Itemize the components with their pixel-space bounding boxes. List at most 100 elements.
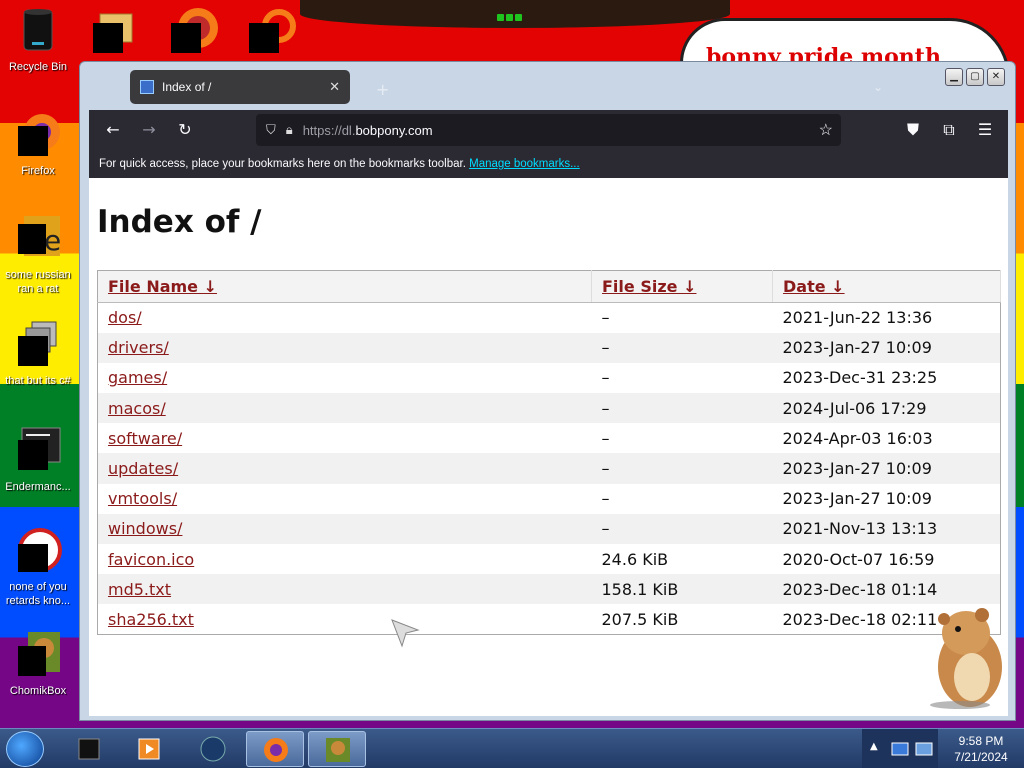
chomikbox-icon <box>326 738 350 762</box>
new-tab-icon[interactable]: + <box>376 80 389 99</box>
taskbar-pinned-media[interactable] <box>120 731 178 767</box>
sort-by-date-link[interactable]: Date ↓ <box>783 277 845 296</box>
table-row: md5.txt 158.1 KiB 2023-Dec-18 01:14 <box>97 574 1001 605</box>
table-row: favicon.ico 24.6 KiB 2020-Oct-07 16:59 <box>98 544 1001 574</box>
taskbar-pinned-globe[interactable] <box>184 731 242 767</box>
system-tray: ▲ <box>862 729 938 768</box>
desktop-icon-label: Recycle Bin <box>8 61 68 73</box>
table-row: macos/ –2024-Jul-06 17:29 <box>97 393 1001 424</box>
file-link[interactable]: drivers/ <box>108 338 169 357</box>
url-bar[interactable]: ⛉ 🔒︎ https://dl.bobpony.com ☆ <box>256 114 841 146</box>
pocket-icon[interactable]: ⛊ <box>901 118 925 142</box>
menu-hamburger-icon[interactable]: ☰ <box>973 118 997 142</box>
list-all-tabs-icon[interactable]: ⌄ <box>873 80 883 94</box>
bookmarks-message: For quick access, place your bookmarks h… <box>99 158 466 170</box>
recycle-bin-icon <box>23 9 53 51</box>
file-link[interactable]: games/ <box>108 368 167 387</box>
file-date-cell: 2023-Dec-18 01:14 <box>772 574 1001 605</box>
file-size-cell: – <box>601 368 610 388</box>
file-name-cell: favicon.ico <box>98 544 592 574</box>
lock-icon[interactable]: 🔒︎ <box>286 122 293 138</box>
file-name-cell: windows/ <box>97 513 592 544</box>
rat-icon: e <box>18 216 61 257</box>
minimize-button[interactable]: ▁ <box>945 68 963 86</box>
back-arrow-icon[interactable]: ← <box>101 118 125 142</box>
file-link[interactable]: md5.txt <box>108 580 171 599</box>
table-row: vmtools/ – 2023-Jan-27 10:09 <box>98 484 1001 514</box>
desktop-icon-enderman[interactable]: Endermanc... <box>0 426 76 494</box>
bookmark-star-icon[interactable]: ☆ <box>819 120 833 140</box>
desktop-icon-rat[interactable]: e some russian ran a rat <box>0 214 76 296</box>
file-link[interactable]: macos/ <box>108 399 166 418</box>
show-hidden-icons-icon[interactable]: ▲ <box>870 741 878 752</box>
forward-arrow-icon[interactable]: → <box>137 118 161 142</box>
network-icon[interactable] <box>890 739 910 759</box>
file-size-cell: – <box>591 393 773 424</box>
manage-bookmarks-link[interactable]: Manage bookmarks... <box>469 158 580 170</box>
media-player-icon <box>138 738 160 760</box>
close-button[interactable]: ✕ <box>987 68 1005 86</box>
desktop-icon-firefox[interactable]: Firefox <box>0 110 76 178</box>
desktop-icon-recycle-bin[interactable]: Recycle Bin <box>0 6 76 74</box>
folder-icon[interactable] <box>90 6 140 56</box>
extensions-icon[interactable]: ⧉ <box>937 118 961 142</box>
file-date-cell: 2024-Jul-06 17:29 <box>772 393 1001 424</box>
app-shortcut-icon[interactable] <box>247 6 297 56</box>
file-link[interactable]: favicon.ico <box>108 550 194 569</box>
file-size-cell: – <box>591 453 773 484</box>
firefox-shortcut-icon[interactable] <box>168 6 218 56</box>
file-size-cell: – <box>601 308 610 328</box>
tab-close-icon[interactable]: ✕ <box>329 79 340 95</box>
taskbar-firefox[interactable] <box>246 731 304 767</box>
mouse-pointer-icon <box>391 619 420 648</box>
file-link[interactable]: windows/ <box>108 519 182 538</box>
start-button[interactable] <box>6 731 44 767</box>
file-size-cell: – <box>601 428 610 448</box>
url-text[interactable]: https://dl.bobpony.com <box>303 123 433 138</box>
hamster-sticker-icon <box>930 608 1002 709</box>
file-size-cell: – <box>601 489 610 509</box>
window-controls: ▁ ▢ ✕ <box>945 68 1005 86</box>
browser-window: Index of / ✕ + ⌄ ▁ ▢ ✕ ← → ↻ ⛉ 🔒︎ https:… <box>79 61 1016 721</box>
header-file-size: File Size ↓ <box>591 270 773 303</box>
desktop-icon-label: ChomikBox <box>9 685 67 697</box>
table-header-row: File Name ↓ File Size ↓ Date ↓ <box>97 270 1001 303</box>
navigation-toolbar: ← → ↻ ⛉ 🔒︎ https://dl.bobpony.com ☆ ⛊ ⧉ … <box>89 110 1008 150</box>
desktop-icon-label: none of you retards kno... <box>5 581 71 607</box>
desktop-icon-chomikbox[interactable]: ChomikBox <box>0 630 76 698</box>
maximize-button[interactable]: ▢ <box>966 68 984 86</box>
file-date-cell: 2020-Oct-07 16:59 <box>782 549 935 569</box>
reload-icon[interactable]: ↻ <box>173 118 197 142</box>
tab-index-of[interactable]: Index of / ✕ <box>130 70 350 104</box>
file-date-cell: 2023-Dec-31 23:25 <box>782 368 938 388</box>
wallpaper-dots <box>497 6 527 21</box>
terminal-icon <box>18 427 61 470</box>
taskbar: ▲ 9:58 PM 7/21/2024 <box>0 728 1024 768</box>
clock-date: 7/21/2024 <box>954 750 1008 764</box>
url-domain: bobpony.com <box>355 122 433 138</box>
desktop-icon-c-sharp[interactable]: that but its c# <box>0 320 76 388</box>
sort-by-name-link[interactable]: File Name ↓ <box>108 277 217 296</box>
file-link[interactable]: sha256.txt <box>108 610 194 629</box>
taskbar-chomikbox[interactable] <box>308 731 366 767</box>
file-link[interactable]: vmtools/ <box>108 489 177 508</box>
taskbar-clock[interactable]: 9:58 PM 7/21/2024 <box>938 729 1024 768</box>
file-size-cell: – <box>591 332 773 363</box>
desktop-icon-browser[interactable]: none of you retards kno... <box>0 526 76 608</box>
shield-icon[interactable]: ⛉ <box>266 122 276 138</box>
file-name-cell: updates/ <box>97 453 592 484</box>
file-link[interactable]: dos/ <box>108 308 142 327</box>
taskbar-pinned-recycle[interactable] <box>60 731 118 767</box>
file-date-cell: 2021-Nov-13 13:13 <box>772 513 1001 544</box>
file-size-cell: – <box>591 513 773 544</box>
page-title: Index of / <box>97 204 262 240</box>
sort-by-size-link[interactable]: File Size ↓ <box>602 277 696 296</box>
file-link[interactable]: software/ <box>108 429 182 448</box>
tab-title: Index of / <box>162 80 212 94</box>
file-link[interactable]: updates/ <box>108 459 178 478</box>
volume-icon[interactable] <box>914 739 934 759</box>
chomikbox-icon <box>18 632 60 676</box>
firefox-icon <box>264 738 288 762</box>
file-name-cell: sha256.txt <box>98 604 592 634</box>
file-name-cell: dos/ <box>98 303 592 333</box>
